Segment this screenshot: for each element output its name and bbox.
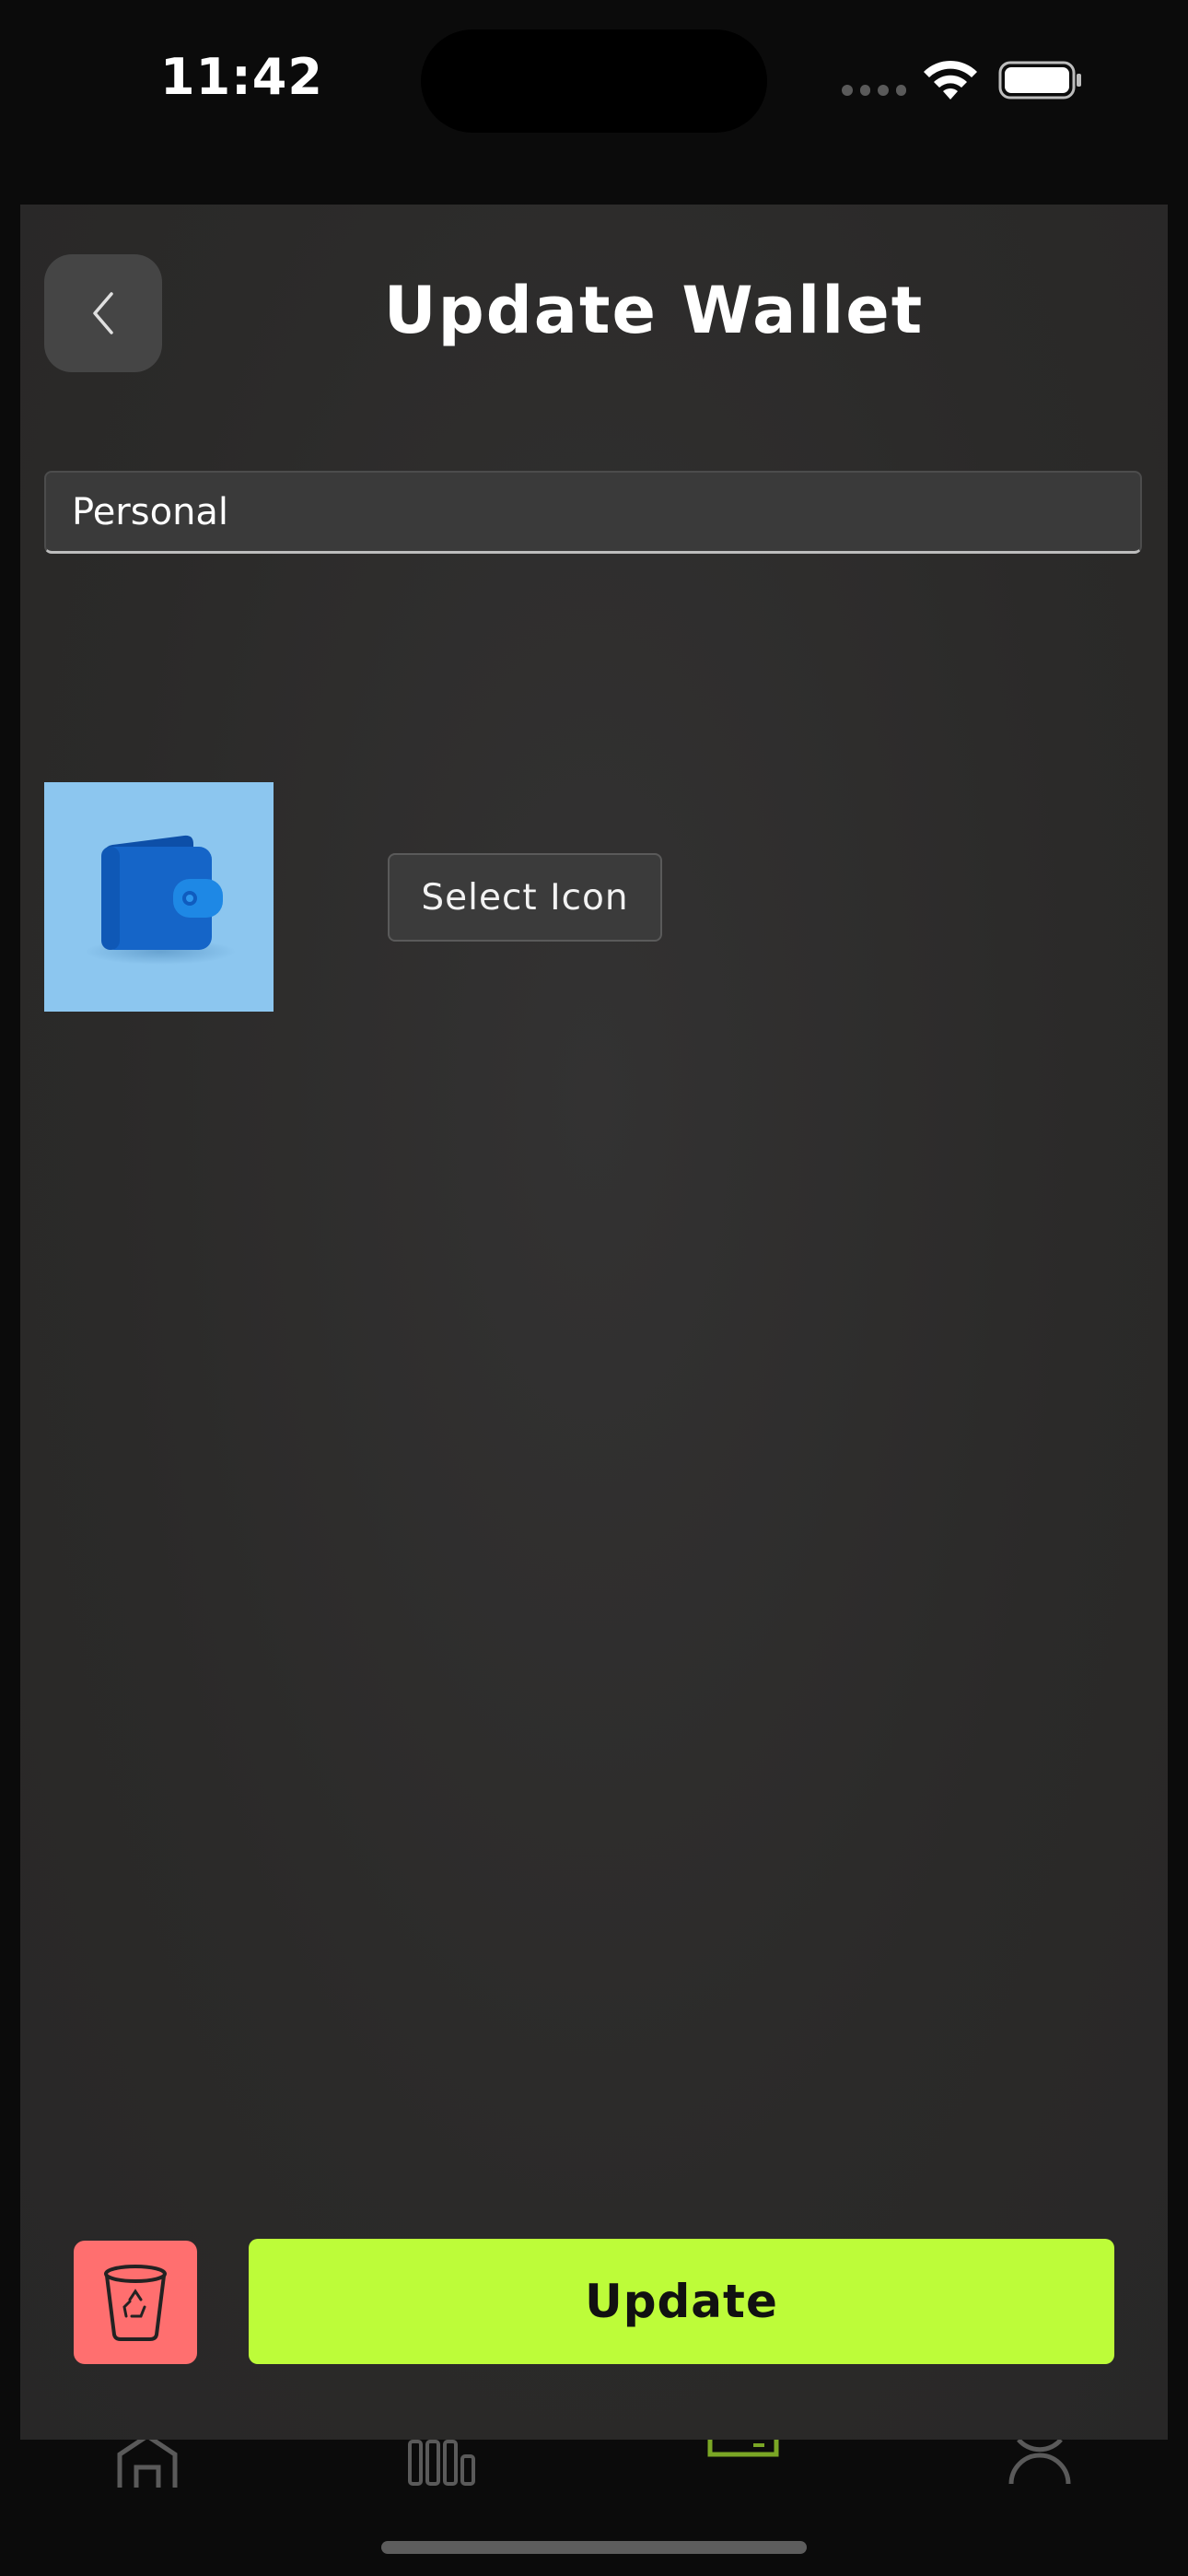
- select-icon-button[interactable]: Select Icon: [388, 853, 662, 942]
- tab-profile-icon[interactable]: [1007, 2432, 1072, 2488]
- tab-home-icon[interactable]: [116, 2432, 179, 2488]
- update-button[interactable]: Update: [249, 2239, 1114, 2364]
- tab-wallet-icon[interactable]: [707, 2432, 779, 2488]
- status-time: 11:42: [160, 48, 323, 106]
- back-button[interactable]: [44, 254, 162, 372]
- dynamic-island: [421, 29, 767, 133]
- trash-icon: [104, 2265, 167, 2341]
- wallet-icon-preview: [44, 782, 274, 1012]
- wifi-icon: [924, 60, 977, 100]
- battery-icon: [998, 61, 1081, 100]
- screen: 11:42 Update Wallet Personal Select Icon…: [0, 0, 1188, 2576]
- home-indicator: [381, 2541, 807, 2554]
- chevron-left-icon: [93, 292, 113, 334]
- page-title: Update Wallet: [383, 273, 925, 348]
- tab-stats-icon[interactable]: [407, 2432, 477, 2488]
- signal-icon: [842, 85, 906, 98]
- delete-wallet-button[interactable]: [74, 2241, 197, 2364]
- wallet-name-input[interactable]: [44, 471, 1142, 554]
- wallet-icon: [85, 835, 236, 965]
